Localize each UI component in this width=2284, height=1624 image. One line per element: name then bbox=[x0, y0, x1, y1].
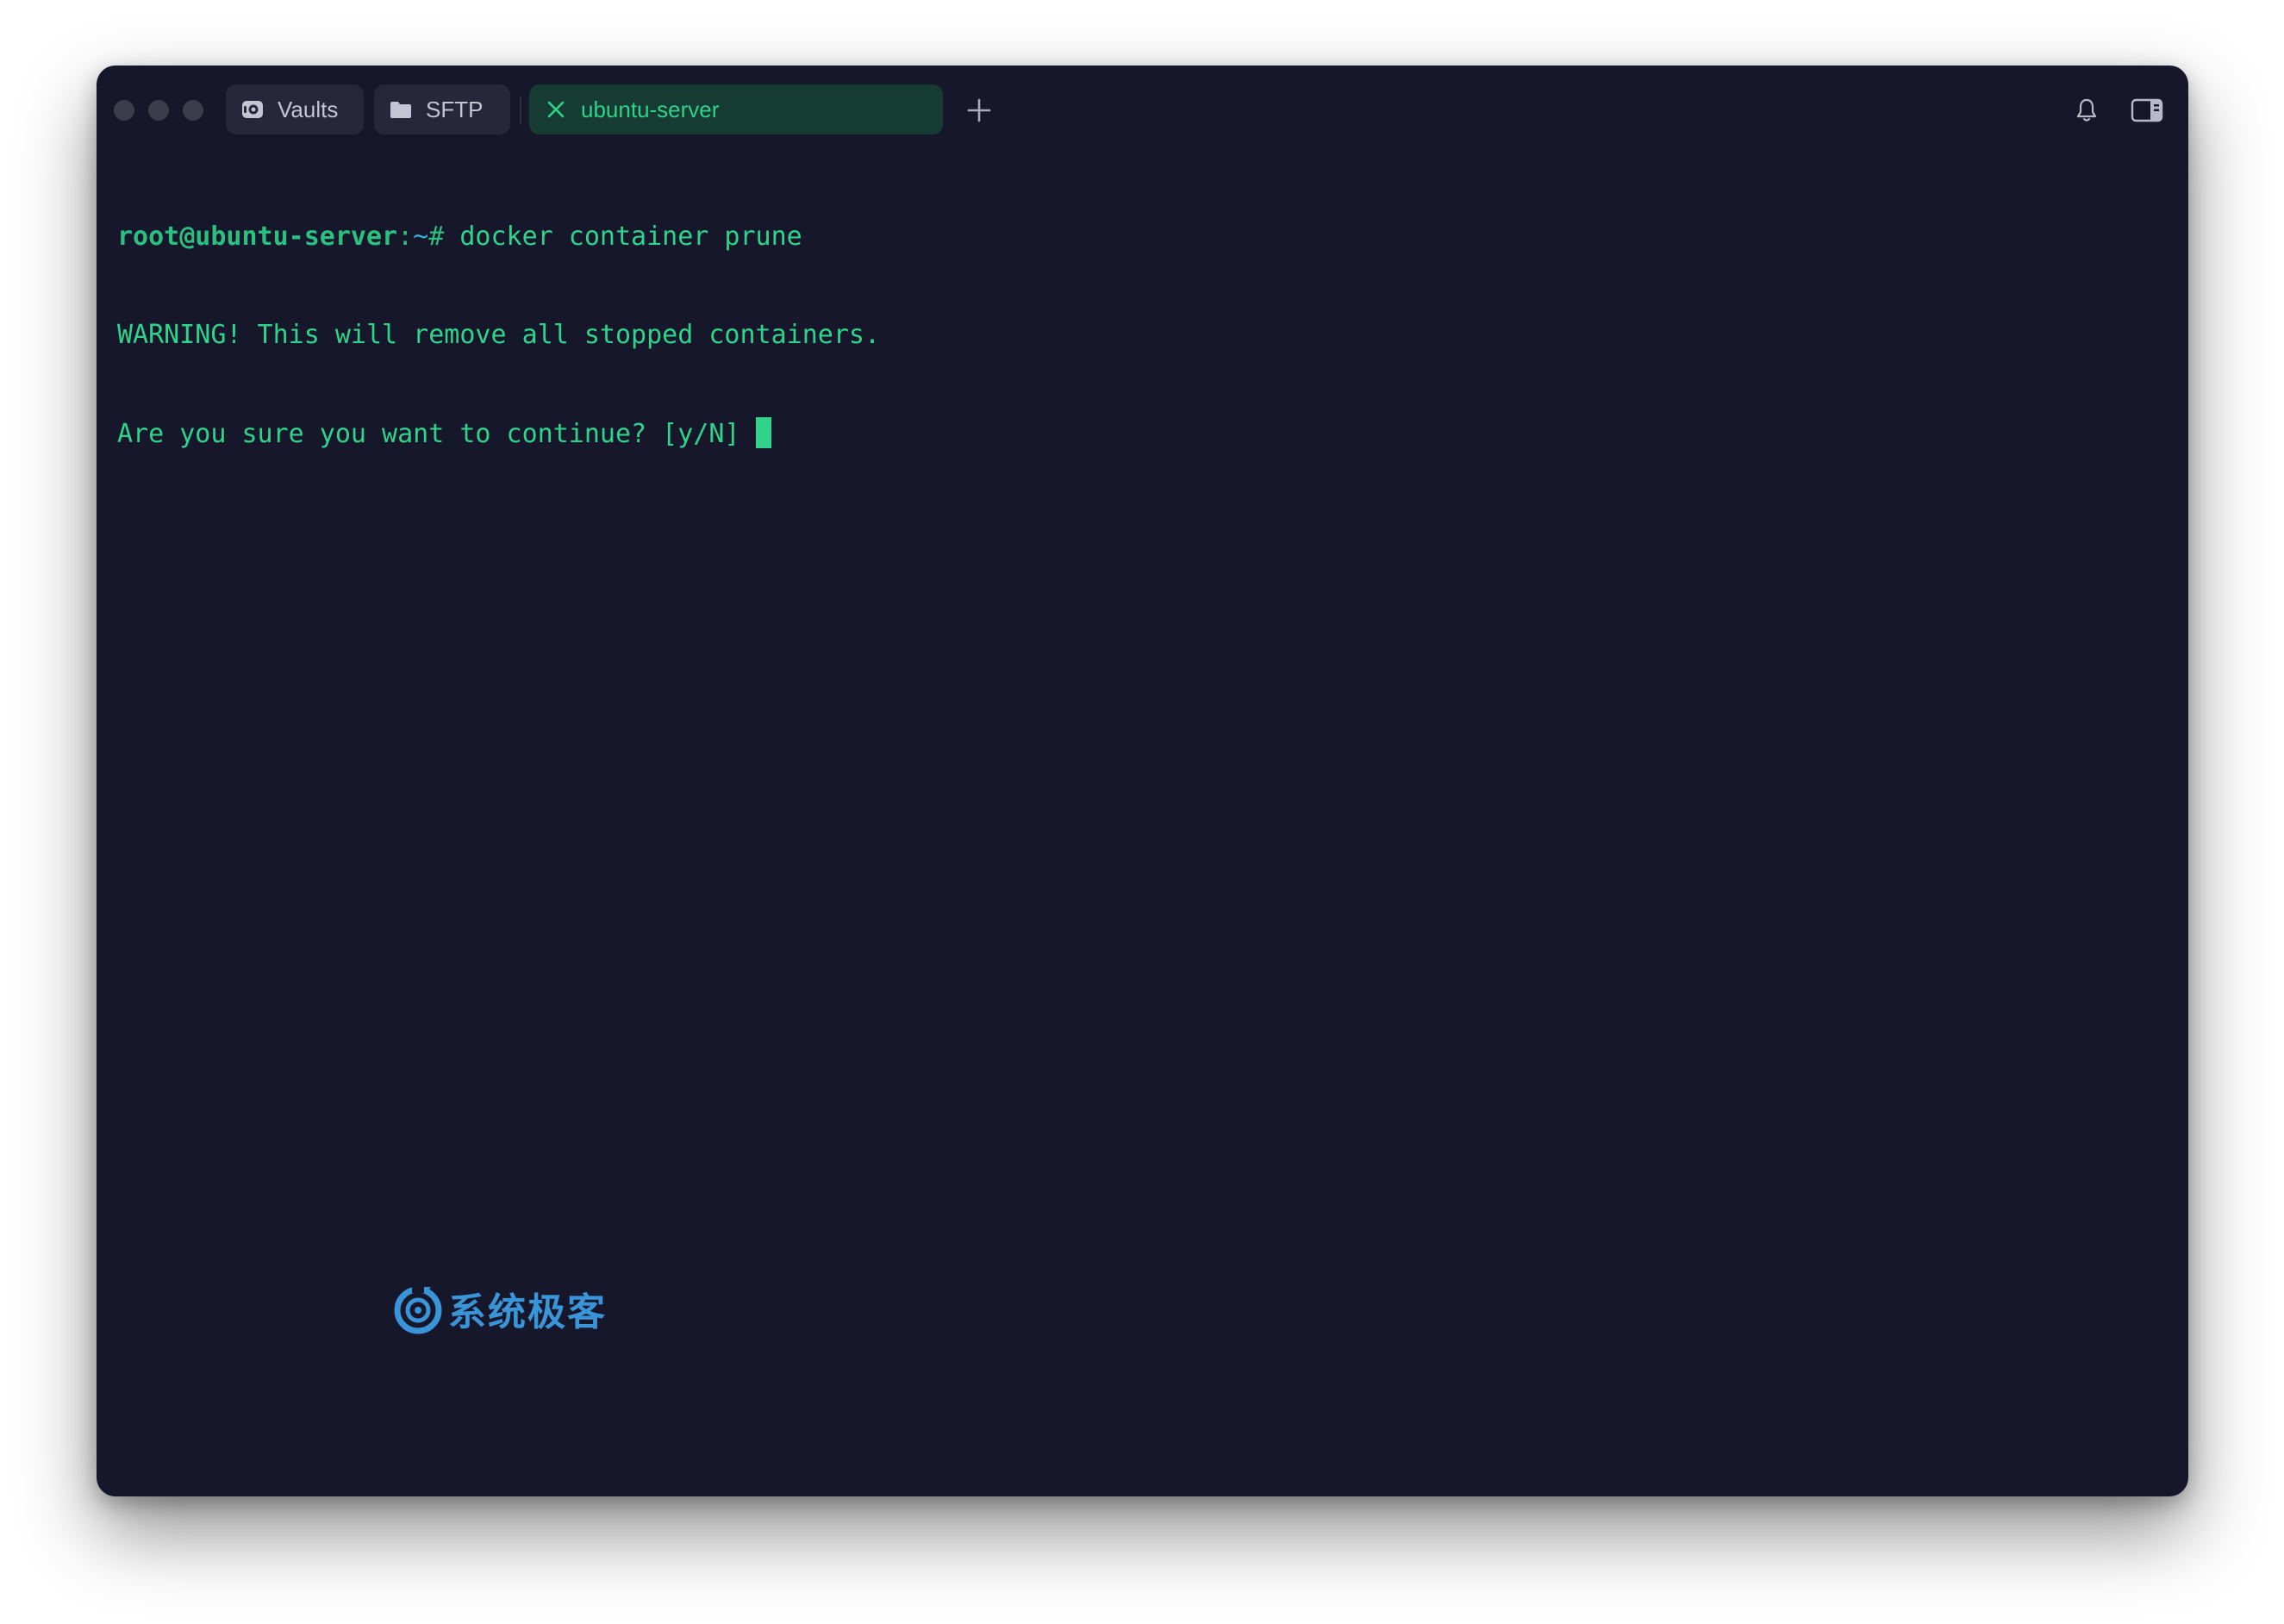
prompt-separator: : bbox=[397, 222, 414, 252]
confirm-prompt-text: Are you sure you want to continue? [y/N] bbox=[117, 419, 756, 449]
vault-icon bbox=[240, 97, 265, 122]
title-bar: Vaults SFTP ubuntu-server bbox=[97, 66, 2188, 152]
confirm-prompt-line: Are you sure you want to continue? [y/N] bbox=[117, 417, 2168, 450]
tab-ubuntu-server[interactable]: ubuntu-server bbox=[529, 84, 943, 134]
prompt-symbol: # bbox=[428, 222, 460, 252]
close-window-button[interactable] bbox=[114, 100, 134, 121]
zoom-window-button[interactable] bbox=[183, 100, 203, 121]
tab-vaults[interactable]: Vaults bbox=[226, 84, 364, 134]
folder-icon bbox=[388, 97, 414, 122]
command-line: root@ubuntu-server:~# docker container p… bbox=[117, 221, 2168, 253]
notifications-button[interactable] bbox=[2073, 97, 2100, 124]
terminal-output[interactable]: root@ubuntu-server:~# docker container p… bbox=[117, 155, 2168, 515]
watermark-logo: 系统极客 bbox=[391, 1281, 607, 1336]
output-line: WARNING! This will remove all stopped co… bbox=[117, 320, 881, 350]
logo-swirl-icon bbox=[394, 1285, 442, 1334]
close-icon[interactable] bbox=[543, 97, 569, 122]
watermark-text: 系统极客 bbox=[448, 1290, 607, 1334]
prompt-user-host: root@ubuntu-server bbox=[117, 222, 398, 252]
minimize-window-button[interactable] bbox=[148, 100, 169, 121]
prompt-path: ~ bbox=[413, 222, 429, 252]
sidebar-panel-icon bbox=[2131, 98, 2163, 122]
tab-label: ubuntu-server bbox=[581, 96, 720, 122]
tab-label: Vaults bbox=[278, 96, 339, 122]
text-cursor bbox=[755, 417, 771, 448]
new-tab-button[interactable] bbox=[964, 95, 995, 126]
tab-label: SFTP bbox=[426, 96, 484, 122]
toggle-side-panel-button[interactable] bbox=[2130, 97, 2164, 124]
bell-icon bbox=[2076, 98, 2097, 122]
tab-divider bbox=[520, 97, 521, 124]
terminal-window: Vaults SFTP ubuntu-server root@ubuntu-se… bbox=[97, 66, 2188, 1496]
plus-icon bbox=[967, 98, 991, 122]
command-text: docker container prune bbox=[459, 222, 802, 252]
tab-sftp[interactable]: SFTP bbox=[374, 84, 510, 134]
